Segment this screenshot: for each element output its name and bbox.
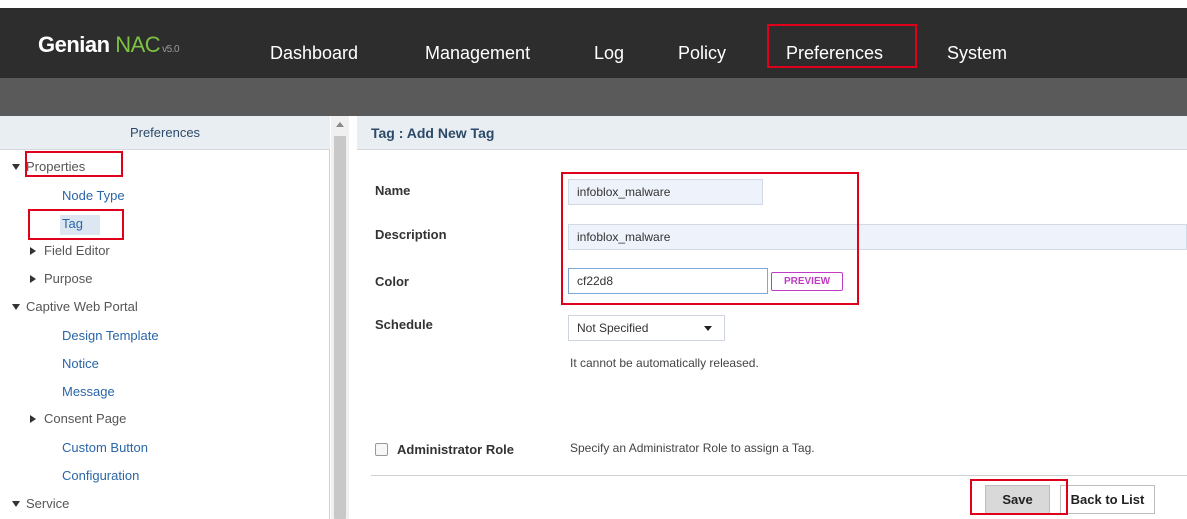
scrollbar-thumb[interactable]	[334, 136, 346, 519]
scroll-up-icon[interactable]	[336, 122, 344, 127]
page-title: Tag : Add New Tag	[371, 125, 495, 141]
sidebar: Preferences Properties Node Type Tag Fie…	[0, 116, 330, 519]
sub-toolbar	[0, 78, 1187, 116]
caret-right-icon[interactable]	[30, 275, 36, 283]
name-field[interactable]: infoblox_malware	[568, 179, 763, 205]
sidebar-item-message[interactable]: Message	[62, 382, 115, 402]
schedule-select[interactable]: Not Specified	[568, 315, 725, 341]
nav-system[interactable]: System	[947, 43, 1007, 64]
name-label: Name	[375, 183, 411, 198]
schedule-selected-value: Not Specified	[577, 321, 649, 335]
administrator-role-note: Specify an Administrator Role to assign …	[570, 441, 815, 455]
nav-preferences[interactable]: Preferences	[786, 43, 883, 64]
sidebar-item-purpose[interactable]: Purpose	[30, 269, 230, 289]
back-to-list-button[interactable]: Back to List	[1060, 485, 1155, 514]
sidebar-item-custom-button[interactable]: Custom Button	[62, 438, 148, 458]
caret-down-icon[interactable]	[12, 304, 20, 310]
sidebar-item-service[interactable]: Service	[12, 494, 212, 514]
nav-dashboard[interactable]: Dashboard	[270, 43, 358, 64]
main-panel: Tag : Add New Tag Name infoblox_malware …	[357, 116, 1187, 519]
sidebar-item-tag[interactable]: Tag	[62, 214, 83, 234]
sidebar-item-properties[interactable]: Properties	[12, 157, 212, 177]
sidebar-scrollbar[interactable]	[331, 116, 349, 519]
caret-down-icon[interactable]	[12, 501, 20, 507]
sidebar-item-node-type[interactable]: Node Type	[62, 186, 125, 206]
top-navbar: Genian NAC v5.0 Dashboard Management Log …	[0, 8, 1187, 78]
administrator-role-label: Administrator Role	[397, 442, 515, 457]
nav-management[interactable]: Management	[425, 43, 530, 64]
logo-version: v5.0	[162, 44, 180, 55]
description-field[interactable]: infoblox_malware	[568, 224, 1187, 250]
nav-log[interactable]: Log	[594, 43, 624, 64]
color-field[interactable]: cf22d8	[568, 268, 768, 294]
sidebar-item-consent-page[interactable]: Consent Page	[30, 409, 230, 429]
logo-product: NAC	[115, 32, 161, 57]
main-header: Tag : Add New Tag	[357, 116, 1187, 150]
sidebar-item-field-editor[interactable]: Field Editor	[30, 241, 230, 261]
caret-down-icon[interactable]	[12, 164, 20, 170]
sidebar-item-captive-web-portal[interactable]: Captive Web Portal	[12, 297, 232, 317]
logo-brand: Genian	[38, 32, 110, 57]
caret-right-icon[interactable]	[30, 247, 36, 255]
administrator-role-checkbox[interactable]	[375, 443, 388, 456]
preview-button[interactable]: PREVIEW	[771, 272, 843, 291]
schedule-note: It cannot be automatically released.	[570, 356, 759, 370]
app-logo[interactable]: Genian NAC v5.0	[38, 32, 180, 58]
save-button[interactable]: Save	[985, 485, 1050, 514]
select-arrow-icon	[704, 326, 712, 331]
sidebar-title: Preferences	[0, 116, 330, 150]
caret-right-icon[interactable]	[30, 415, 36, 423]
sidebar-item-notice[interactable]: Notice	[62, 354, 99, 374]
sidebar-item-configuration[interactable]: Configuration	[62, 466, 139, 486]
schedule-label: Schedule	[375, 317, 433, 332]
nav-policy[interactable]: Policy	[678, 43, 726, 64]
description-label: Description	[375, 227, 447, 242]
sidebar-item-design-template[interactable]: Design Template	[62, 326, 159, 346]
form-divider	[371, 475, 1187, 476]
color-label: Color	[375, 274, 409, 289]
